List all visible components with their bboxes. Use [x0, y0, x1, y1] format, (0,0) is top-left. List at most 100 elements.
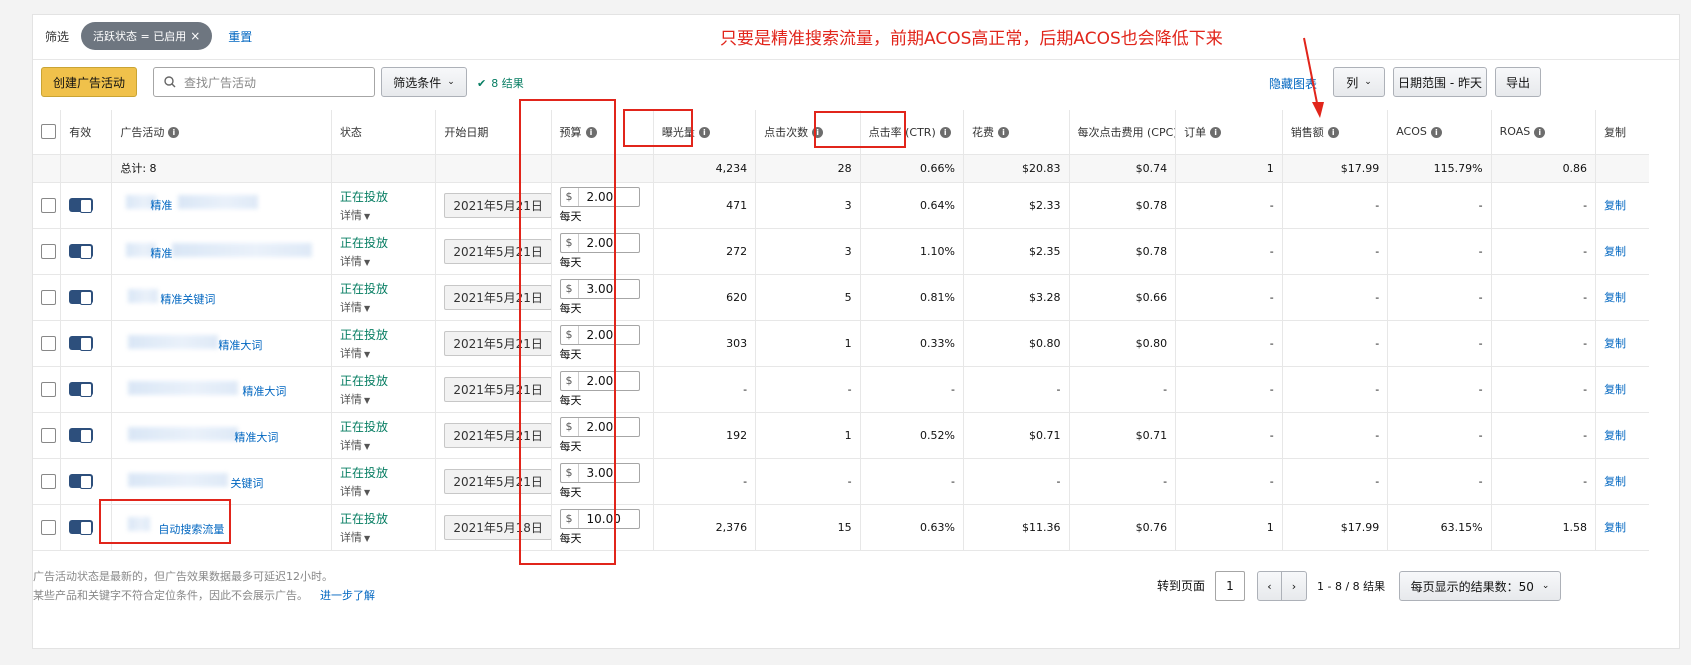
reset-filter-link[interactable]: 重置	[228, 28, 252, 45]
budget-input[interactable]: $3.00	[559, 462, 640, 483]
active-toggle[interactable]	[69, 244, 94, 259]
header-campaign[interactable]: 广告活动 i	[111, 110, 332, 155]
budget-input[interactable]: $2.00	[559, 370, 640, 391]
start-date-field[interactable]: 2021年5月21日	[444, 284, 550, 310]
active-toggle[interactable]	[69, 290, 94, 305]
date-range-button[interactable]: 日期范围 - 昨天	[1393, 67, 1487, 97]
start-date-field[interactable]: 2021年5月21日	[444, 468, 550, 494]
start-date-field[interactable]: 2021年5月18日	[444, 514, 550, 540]
campaign-name-link[interactable]: 关键词	[230, 475, 263, 491]
header-start-date[interactable]: 开始日期	[435, 110, 552, 155]
start-date-field[interactable]: 2021年5月21日	[444, 192, 550, 218]
active-toggle[interactable]	[69, 520, 94, 535]
start-date-field[interactable]: 2021年5月21日	[444, 238, 550, 264]
start-date-field[interactable]: 2021年5月21日	[444, 376, 550, 402]
active-toggle[interactable]	[69, 428, 94, 443]
budget-input[interactable]: $10.00	[559, 508, 640, 529]
row-checkbox[interactable]	[41, 519, 56, 535]
info-icon[interactable]: i	[1534, 126, 1546, 138]
status-details-link[interactable]: 详情 ▼	[340, 299, 427, 315]
cell-ctr: -	[860, 458, 965, 505]
create-campaign-button[interactable]: 创建广告活动	[41, 67, 137, 97]
status-details-link[interactable]: 详情 ▼	[340, 345, 427, 361]
chevron-left-icon[interactable]: ‹	[1258, 572, 1282, 600]
page-number-input[interactable]: 1	[1215, 571, 1245, 601]
campaign-name-link[interactable]: 精准	[150, 245, 172, 261]
header-ctr[interactable]: 点击率 (CTR) i	[860, 110, 965, 155]
campaign-name-link[interactable]: 精准	[150, 197, 172, 213]
status-details-link[interactable]: 详情 ▼	[340, 253, 427, 269]
header-impressions[interactable]: 曝光量 i	[653, 110, 757, 155]
start-date-field[interactable]: 2021年5月21日	[444, 422, 550, 448]
status-details-label: 详情	[339, 530, 362, 544]
row-checkbox[interactable]	[41, 243, 56, 259]
active-toggle[interactable]	[69, 198, 94, 213]
info-icon[interactable]: i	[698, 127, 710, 139]
info-icon[interactable]: i	[585, 127, 597, 139]
status-details-link[interactable]: 详情 ▼	[340, 529, 427, 545]
budget-input[interactable]: $3.00	[559, 278, 640, 299]
copy-campaign-link[interactable]: 复制	[1604, 429, 1626, 442]
info-icon[interactable]: i	[1210, 127, 1222, 139]
export-button[interactable]: 导出	[1495, 67, 1541, 97]
status-details-link[interactable]: 详情 ▼	[340, 437, 427, 453]
header-acos[interactable]: ACOS i	[1387, 110, 1492, 155]
budget-input[interactable]: $2.00	[559, 186, 640, 207]
campaign-cell: 自动搜索流量	[120, 505, 323, 550]
info-icon[interactable]: i	[939, 127, 951, 139]
header-clicks[interactable]: 点击次数 i	[755, 110, 861, 155]
campaign-name-link[interactable]: 精准关键词	[160, 291, 215, 307]
info-icon[interactable]: i	[168, 127, 180, 139]
copy-campaign-link[interactable]: 复制	[1604, 383, 1626, 396]
chevron-right-icon[interactable]: ›	[1282, 572, 1306, 600]
row-checkbox[interactable]	[41, 381, 56, 397]
copy-campaign-link[interactable]: 复制	[1604, 291, 1626, 304]
header-orders[interactable]: 订单 i	[1175, 110, 1283, 155]
caret-down-icon: ▼	[363, 395, 371, 405]
row-checkbox[interactable]	[41, 197, 56, 213]
copy-campaign-link[interactable]: 复制	[1604, 245, 1626, 258]
status-details-link[interactable]: 详情 ▼	[340, 483, 427, 499]
info-icon[interactable]: i	[998, 127, 1009, 139]
total-clicks: 28	[755, 154, 861, 183]
select-all-checkbox[interactable]	[41, 124, 56, 140]
start-date-field[interactable]: 2021年5月21日	[444, 330, 550, 356]
status-details-link[interactable]: 详情 ▼	[340, 391, 427, 407]
cell-spend: $0.80	[963, 320, 1070, 367]
info-icon[interactable]: i	[1430, 126, 1442, 138]
learn-more-link[interactable]: 进一步了解	[320, 589, 375, 602]
budget-input[interactable]: $2.00	[559, 232, 640, 253]
filter-chip-active-status[interactable]: 活跃状态 = 已启用 ×	[81, 22, 213, 50]
row-checkbox[interactable]	[41, 473, 56, 489]
campaign-name-link[interactable]: 精准大词	[234, 429, 278, 445]
columns-button[interactable]: 列 ⌄	[1333, 67, 1385, 97]
close-icon[interactable]: ×	[190, 29, 200, 43]
header-cpc[interactable]: 每次点击费用 (CPC)	[1069, 110, 1177, 155]
copy-campaign-link[interactable]: 复制	[1604, 475, 1626, 488]
campaign-name-link[interactable]: 自动搜索流量	[158, 521, 224, 537]
budget-input[interactable]: $2.00	[559, 416, 640, 437]
filter-conditions-dropdown[interactable]: 筛选条件 ⌄	[381, 67, 467, 97]
campaign-name-link[interactable]: 精准大词	[218, 337, 262, 353]
active-toggle[interactable]	[69, 474, 94, 489]
row-checkbox[interactable]	[41, 289, 56, 305]
status-details-link[interactable]: 详情 ▼	[340, 207, 427, 223]
cell-sales: -	[1282, 366, 1389, 413]
header-spend[interactable]: 花费 i	[963, 110, 1070, 155]
active-toggle[interactable]	[69, 382, 94, 397]
info-icon[interactable]: i	[812, 127, 824, 139]
copy-campaign-link[interactable]: 复制	[1604, 521, 1626, 534]
cell-cpc: $0.66	[1069, 274, 1177, 321]
campaign-name-link[interactable]: 精准大词	[242, 383, 286, 399]
per-page-dropdown[interactable]: 每页显示的结果数：50 ⌄	[1399, 571, 1561, 601]
header-roas[interactable]: ROAS i	[1491, 110, 1597, 155]
copy-campaign-link[interactable]: 复制	[1604, 199, 1626, 212]
header-budget[interactable]: 预算 i	[551, 110, 654, 155]
budget-input[interactable]: $2.00	[559, 324, 640, 345]
search-input[interactable]: 查找广告活动	[153, 67, 375, 97]
copy-campaign-link[interactable]: 复制	[1604, 337, 1626, 350]
row-checkbox[interactable]	[41, 427, 56, 443]
row-checkbox[interactable]	[41, 335, 56, 351]
active-toggle[interactable]	[69, 336, 94, 351]
info-icon[interactable]: i	[1327, 127, 1339, 139]
